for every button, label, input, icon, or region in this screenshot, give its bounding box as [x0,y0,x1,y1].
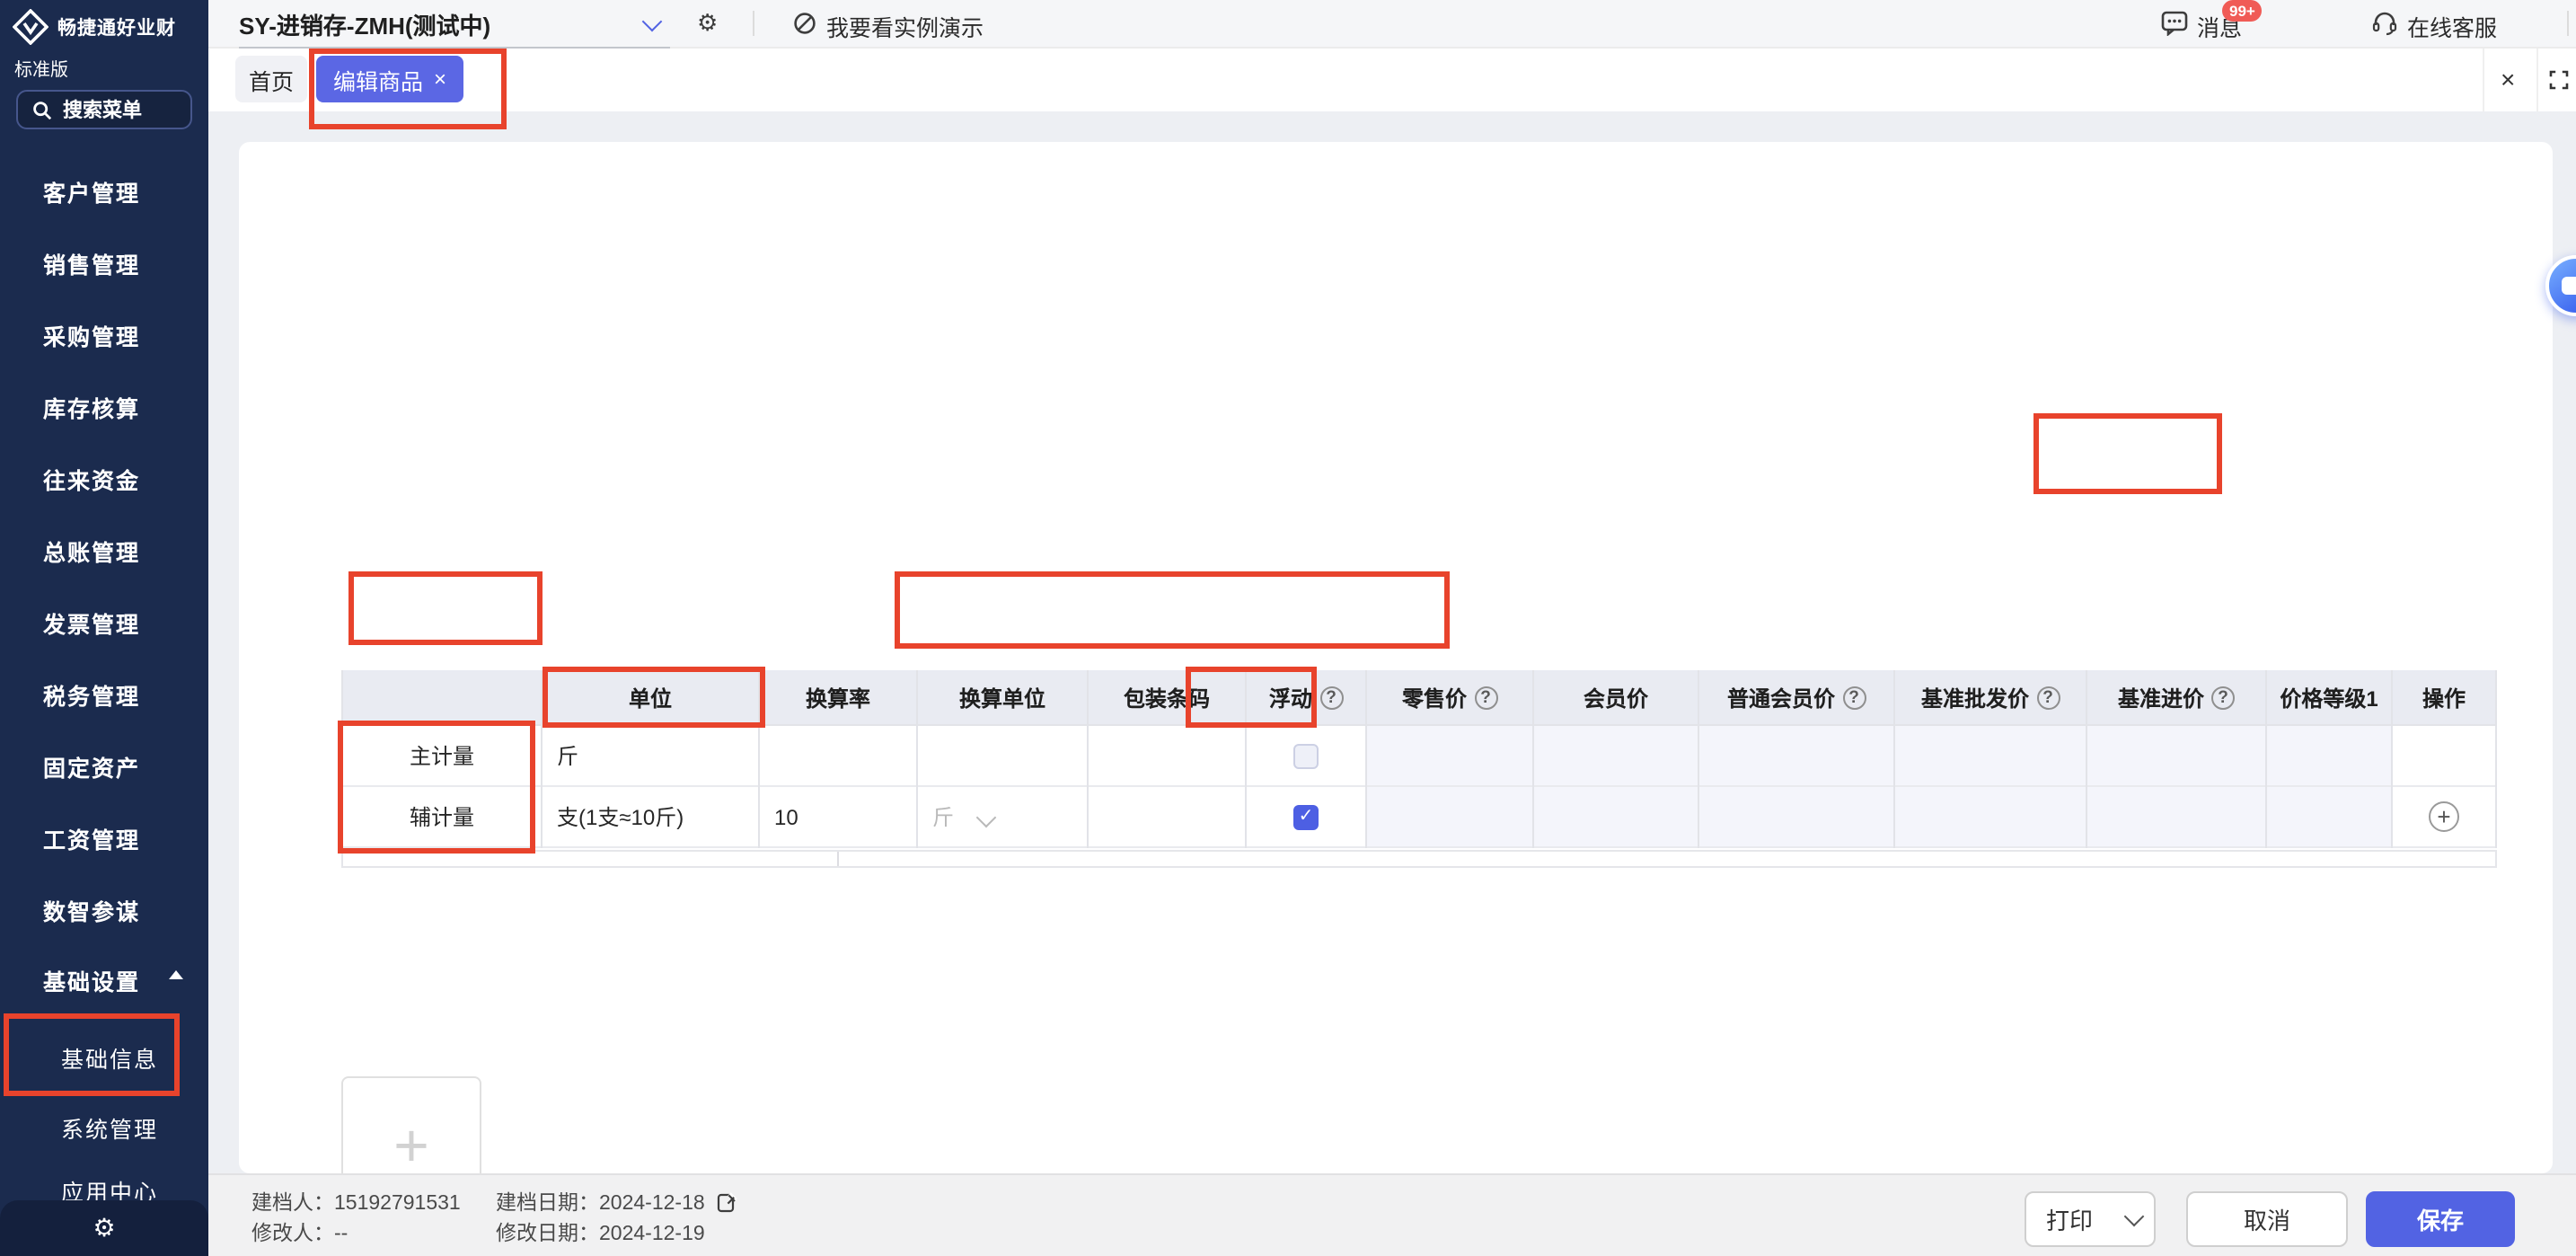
member-price-cell[interactable] [1534,787,1698,848]
divider [2567,11,2569,36]
sidebar-item-ledger[interactable]: 总账管理 [0,534,208,568]
menu-search-input[interactable]: 搜索菜单 [16,90,192,129]
base-purchase-help-icon[interactable]: ? [2211,685,2235,709]
sidebar-item-tax[interactable]: 税务管理 [0,677,208,712]
pack-barcode-cell[interactable] [1089,787,1245,848]
tab-edit-product[interactable]: 编辑商品 × [316,56,463,102]
online-service-link[interactable]: 在线客服 [2407,9,2497,43]
divider [753,11,754,36]
row-label: 主计量 [343,726,541,787]
modified-label: 修改日期： [496,1224,599,1245]
member-price-cell[interactable] [1534,726,1698,787]
sidebar-settings-bar[interactable]: ⚙ [0,1200,208,1256]
tab-home[interactable]: 首页 [235,56,307,102]
pack-barcode-cell[interactable] [1089,726,1245,787]
float-checkbox-main[interactable] [1293,743,1319,768]
float-help-icon[interactable]: ? [1319,685,1343,709]
chevron-down-icon [976,807,997,827]
retail-price-cell[interactable] [1367,787,1532,848]
sidebar-item-payroll[interactable]: 工资管理 [0,821,208,855]
demo-icon [792,11,817,36]
sidebar-item-funds[interactable]: 往来资金 [0,462,208,496]
common-member-price-help-icon[interactable]: ? [1842,685,1866,709]
sidebar-item-invoices[interactable]: 发票管理 [0,606,208,640]
edit-product-card [239,142,2553,1173]
topbar: SY-进销存-ZMH(测试中) ⚙ 我要看实例演示 99+ 消息 在线客服 好生… [208,0,2576,49]
sidebar-group-basic-settings[interactable]: 基础设置 [0,963,208,997]
modifier-label: 修改人： [251,1224,334,1245]
retail-price-help-icon[interactable]: ? [1474,685,1497,709]
save-button[interactable]: 保存 [2366,1191,2515,1247]
headset-icon [2371,9,2398,36]
search-icon [32,100,52,119]
divider [2536,47,2538,111]
fullscreen-icon[interactable] [2549,70,2569,90]
collapse-caret-icon [169,970,183,979]
price-level-cell[interactable] [2267,787,2391,848]
table-horizontal-scrollbar[interactable] [341,850,2497,868]
creator-value: 15192791531 [334,1193,461,1215]
brand-logo-icon [13,9,49,45]
print-dropdown-button[interactable] [2113,1191,2156,1247]
base-purchase-cell[interactable] [2087,787,2265,848]
conv-unit-select[interactable]: 斤 [918,787,1087,848]
demo-link[interactable]: 我要看实例演示 [826,9,984,43]
message-count-badge: 99+ [2222,0,2263,22]
workspace-selector[interactable]: SY-进销存-ZMH(测试中) [239,7,670,49]
sidebar: 畅捷通好业财 标准版 搜索菜单 客户管理 销售管理 采购管理 库存核算 往来资金… [0,0,208,1256]
rate-cell[interactable]: 10 [760,787,916,848]
workspace-gear-icon[interactable]: ⚙ [697,9,718,38]
edit-date-icon[interactable] [716,1191,737,1213]
unit-table: 主计量 辅计量 单位 斤 支(1支≈10斤) 换算率 10 换算单位 斤 包装条… [341,670,2497,848]
divider [2483,47,2484,111]
tab-bar: 首页 编辑商品 × × [208,47,2576,111]
rate-cell[interactable] [760,726,916,787]
plus-icon: + [393,1111,429,1181]
tab-close-icon[interactable]: × [434,66,446,92]
unit-cell[interactable]: 斤 [543,726,758,787]
retail-price-cell[interactable] [1367,726,1532,787]
row-label: 辅计量 [343,787,541,848]
base-purchase-cell[interactable] [2087,726,2265,787]
sidebar-item-sales[interactable]: 销售管理 [0,246,208,280]
base-wholesale-cell[interactable] [1895,787,2086,848]
action-cell [2393,726,2495,787]
brand-name: 畅捷通好业财 [57,13,176,40]
common-member-price-cell[interactable] [1699,787,1893,848]
common-member-price-cell[interactable] [1699,726,1893,787]
sidebar-item-basic-info[interactable]: 基础信息 [0,1040,208,1075]
price-level-cell[interactable] [2267,726,2391,787]
created-label: 建档日期： [496,1193,599,1215]
unit-cell[interactable]: 支(1支≈10斤) [543,787,758,848]
gear-icon: ⚙ [93,1213,115,1243]
add-unit-row-icon[interactable]: + [2429,801,2459,832]
modified-value: 2024-12-19 [599,1224,705,1245]
conv-unit-cell[interactable] [918,726,1087,787]
sidebar-item-purchasing[interactable]: 采购管理 [0,318,208,352]
print-button[interactable]: 打印 [2025,1191,2114,1247]
creator-label: 建档人： [251,1193,334,1215]
close-panel-icon[interactable]: × [2501,65,2515,93]
message-bubble-icon[interactable] [2161,11,2188,36]
edition-label: 标准版 [14,54,68,81]
footer-bar: 建档人：15192791531 修改人：-- 建档日期：2024-12-18 修… [208,1173,2576,1256]
sidebar-item-system-mgmt[interactable]: 系统管理 [0,1110,208,1145]
sidebar-item-inventory[interactable]: 库存核算 [0,390,208,424]
sidebar-item-insights[interactable]: 数智参谋 [0,893,208,927]
sidebar-item-customers[interactable]: 客户管理 [0,174,208,208]
sidebar-item-fixed-assets[interactable]: 固定资产 [0,749,208,783]
base-wholesale-help-icon[interactable]: ? [2036,685,2060,709]
base-wholesale-cell[interactable] [1895,726,2086,787]
cancel-button[interactable]: 取消 [2186,1191,2348,1247]
modifier-value: -- [334,1224,348,1245]
created-value: 2024-12-18 [599,1193,705,1215]
float-checkbox-aux[interactable]: ✓ [1293,804,1319,829]
app-window: 畅捷通好业财 标准版 搜索菜单 客户管理 销售管理 采购管理 库存核算 往来资金… [0,0,2576,1256]
